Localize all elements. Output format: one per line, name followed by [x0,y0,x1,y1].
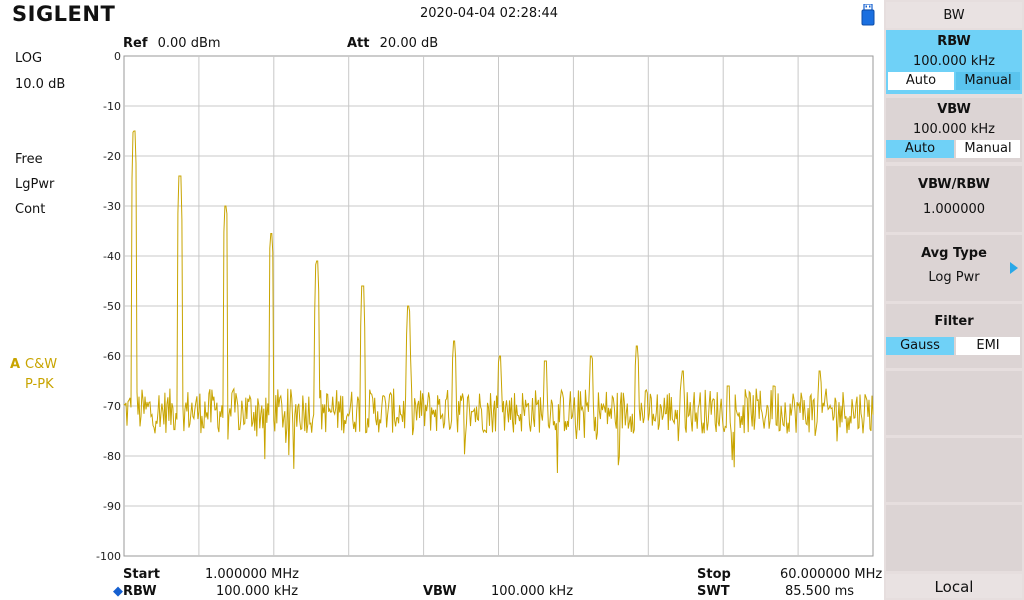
filter-softkey[interactable]: Filter Gauss EMI [886,304,1022,368]
y-tick-labels: 0 -10 -20 -30 -40 -50 -60 -70 -80 -90 -100 [96,50,121,563]
empty-softkey-1[interactable] [886,371,1022,435]
vbw-rbw-label: VBW/RBW [918,177,990,192]
avg-type-label: Avg Type [921,246,987,261]
y-tick-label: -70 [103,400,121,413]
panel-title: BW [886,2,1022,28]
submenu-arrow-icon [1010,262,1018,274]
swt-label: SWT [697,584,730,599]
y-tick-label: -80 [103,450,121,463]
y-tick-label: -60 [103,350,121,363]
spectrum-chart[interactable]: 0 -10 -20 -30 -40 -50 -60 -70 -80 -90 -100 [0,0,884,570]
rbw-value: 100.000 kHz [216,584,299,599]
rbw-key-value: 100.000 kHz [912,54,996,69]
stop-label: Stop [697,567,731,582]
y-tick-label: -20 [103,150,121,163]
local-button[interactable]: Local [886,574,1022,598]
softkey-panel: BW RBW 100.000 kHz Auto Manual VBW 100.0… [884,0,1024,600]
vbw-manual-option[interactable]: Manual [956,140,1020,158]
filter-gauss-option[interactable]: Gauss [886,337,954,355]
rbw-label: RBW [123,584,157,599]
y-tick-label: 0 [114,50,121,63]
vbw-softkey[interactable]: VBW 100.000 kHz Auto Manual [886,98,1022,162]
rbw-key-label: RBW [937,34,971,49]
filter-emi-option[interactable]: EMI [956,337,1020,355]
filter-label: Filter [934,314,974,329]
vbw-rbw-softkey[interactable]: VBW/RBW 1.000000 [886,166,1022,232]
vbw-auto-option[interactable]: Auto [886,140,954,158]
grid [123,55,874,557]
avg-type-softkey[interactable]: Avg Type Log Pwr [886,235,1022,301]
vbw-label: VBW [423,584,457,599]
diamond-icon: ◆ [113,584,123,599]
y-tick-label: -30 [103,200,121,213]
y-tick-label: -100 [96,550,121,563]
vbw-key-value: 100.000 kHz [912,122,996,137]
swt-value: 85.500 ms [785,584,855,599]
rbw-softkey[interactable]: RBW 100.000 kHz Auto Manual [886,30,1022,94]
empty-softkey-3[interactable] [886,505,1022,571]
start-label: Start [123,567,160,582]
rbw-manual-option[interactable]: Manual [956,72,1020,90]
y-tick-label: -50 [103,300,121,313]
y-tick-label: -40 [103,250,121,263]
empty-softkey-2[interactable] [886,438,1022,502]
vbw-key-label: VBW [937,102,971,117]
start-value[interactable]: 1.000000 MHz [205,567,299,582]
rbw-auto-option[interactable]: Auto [888,72,954,90]
avg-type-value: Log Pwr [928,270,980,285]
vbw-rbw-value: 1.000000 [922,202,986,217]
stop-value[interactable]: 60.000000 MHz [780,567,882,582]
rbw-indicator: ◆RBW [113,584,157,599]
y-tick-label: -90 [103,500,121,513]
panel-title-text: BW [943,8,965,23]
vbw-value: 100.000 kHz [491,584,574,599]
local-label: Local [934,578,974,596]
y-tick-label: -10 [103,100,121,113]
